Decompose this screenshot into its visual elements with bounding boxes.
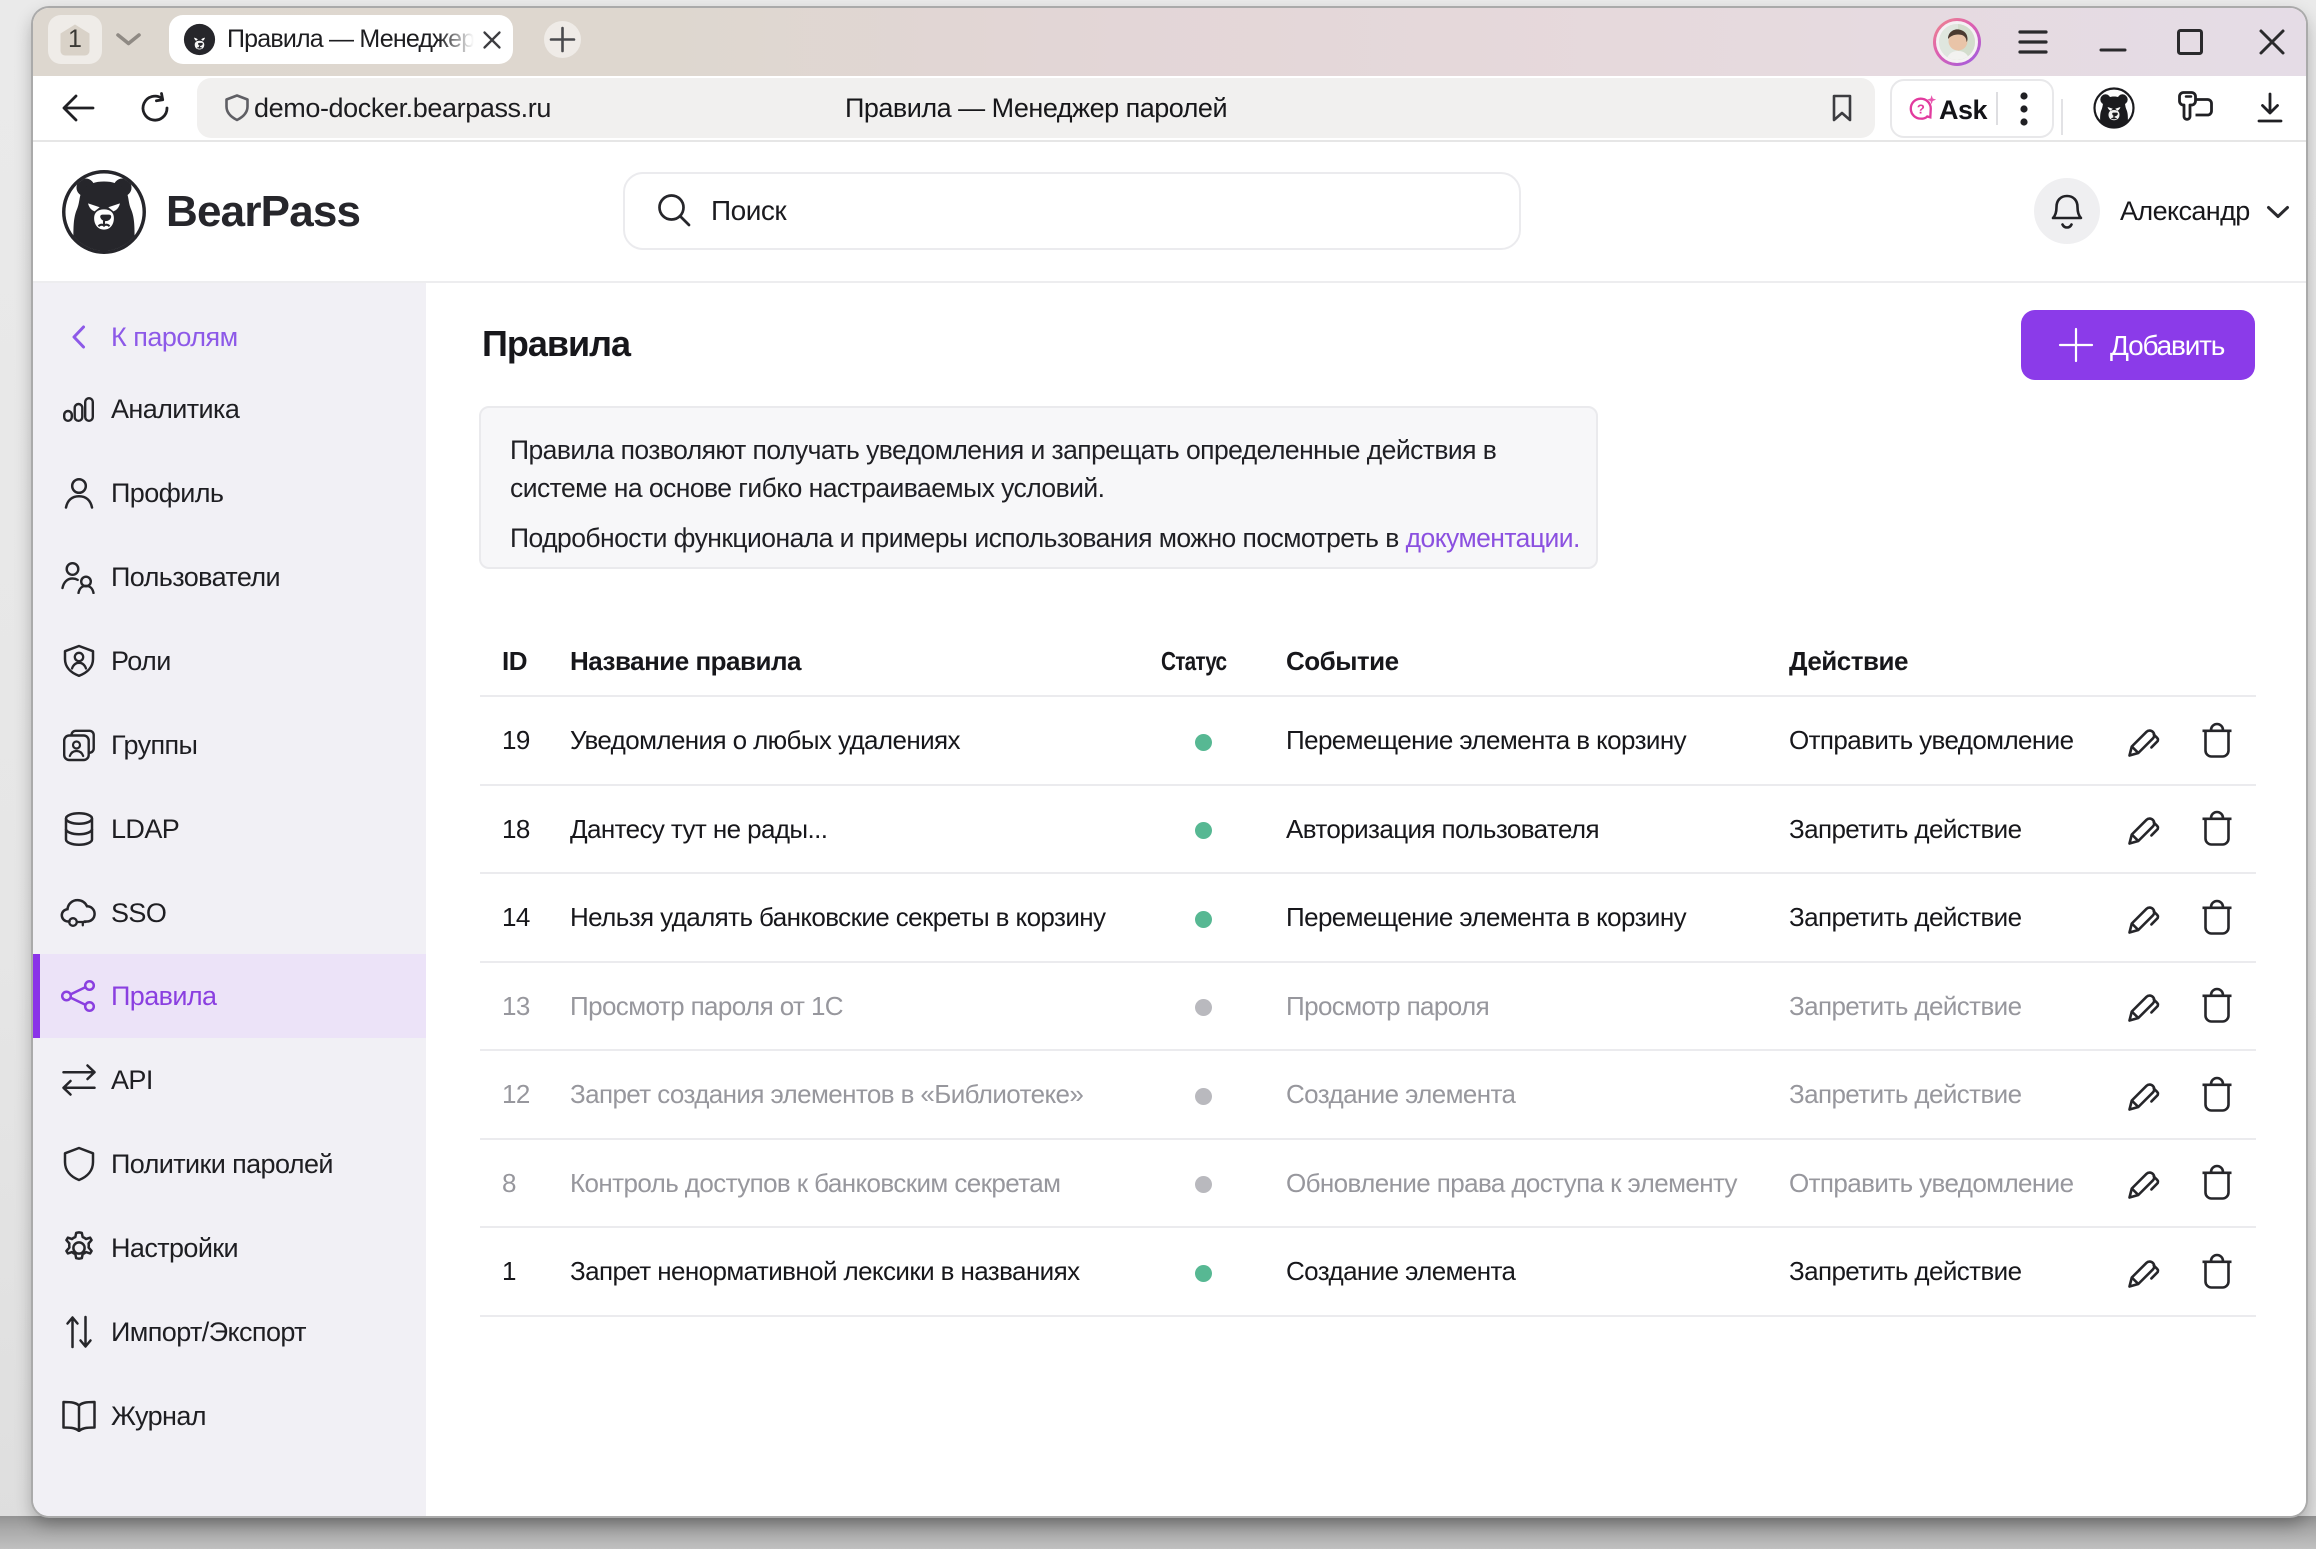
- svg-text:?: ?: [1917, 101, 1925, 116]
